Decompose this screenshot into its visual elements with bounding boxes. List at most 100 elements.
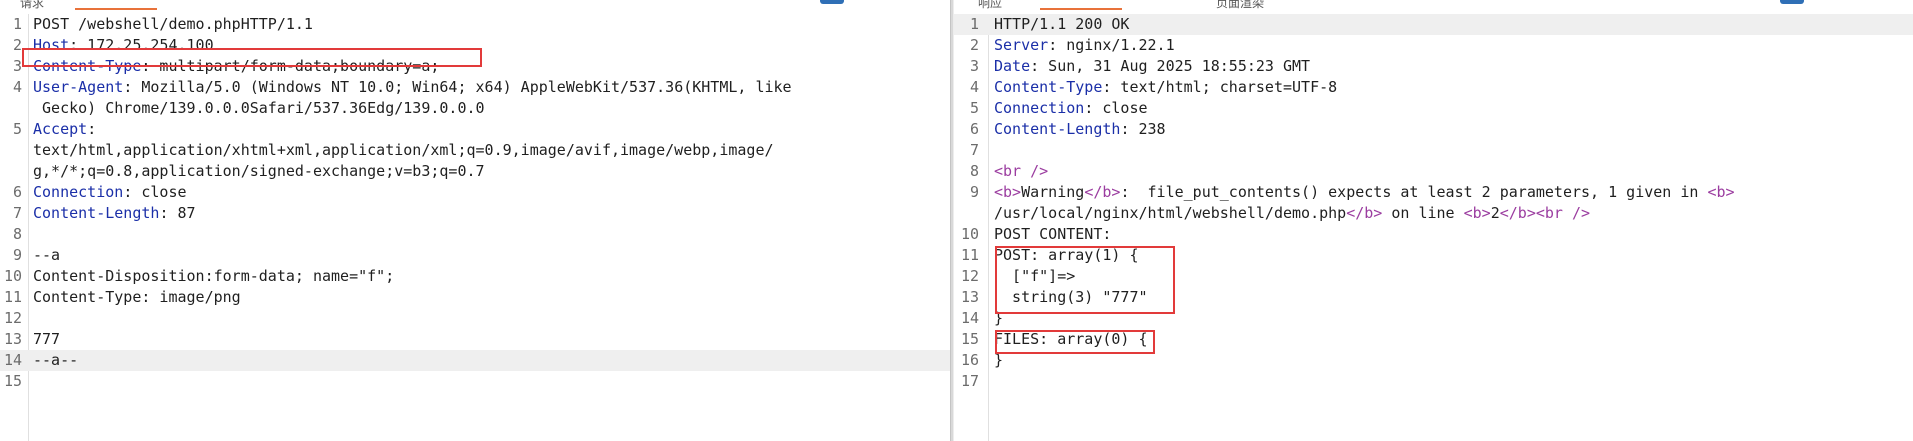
line-text: string(3) "777" bbox=[994, 287, 1148, 308]
code-line: 2 Host: 172.25.254.100 bbox=[0, 35, 950, 56]
request-tab[interactable]: 请求 bbox=[20, 0, 44, 11]
line-text: } bbox=[994, 350, 1003, 371]
code-line: 5 Connection: close bbox=[954, 98, 1913, 119]
line-number: 15 bbox=[3, 372, 22, 390]
line-text: User-Agent: Mozilla/5.0 (Windows NT 10.0… bbox=[33, 77, 792, 98]
render-tab[interactable]: 页面渲染 bbox=[1216, 0, 1264, 11]
line-number: 16 bbox=[960, 351, 979, 369]
line-text: Accept: bbox=[33, 119, 96, 140]
code-line: 2 Server: nginx/1.22.1 bbox=[954, 35, 1913, 56]
text-segment: FILES: array(0) { bbox=[994, 330, 1148, 348]
html-tag: </b> bbox=[1084, 183, 1121, 201]
line-text: POST CONTENT: bbox=[994, 224, 1111, 245]
line-text: <b> Warning</b>: file_put_contents() expe… bbox=[994, 182, 1735, 203]
layout-toggle-icon[interactable] bbox=[820, 0, 844, 4]
header-name: Date bbox=[994, 57, 1031, 75]
line-number: 9 bbox=[969, 183, 979, 201]
text-segment: Warning bbox=[1021, 183, 1085, 201]
code-line: 10 POST CONTENT: bbox=[954, 224, 1913, 245]
response-editor[interactable]: 1 HTTP/1.1 200 OK 2 Server: nginx/1.22.1 3 Da… bbox=[954, 14, 1913, 441]
line-text: HTTP/1.1 200 OK bbox=[994, 14, 1129, 35]
line-number: 7 bbox=[12, 204, 22, 222]
line-number: 13 bbox=[960, 288, 979, 306]
code-line: 4 User-Agent: Mozilla/5.0 (Windows NT 10.… bbox=[0, 77, 950, 98]
text-segment: /usr/local/nginx/html/webshell/demo.php bbox=[994, 204, 1347, 222]
code-line: 14} bbox=[954, 308, 1913, 329]
code-line: 8 bbox=[0, 224, 950, 245]
code-line: 4 Content-Type: text/html; charset=UTF-8 bbox=[954, 77, 1913, 98]
code-line: 13 string(3) "777" bbox=[954, 287, 1913, 308]
text-segment: on line bbox=[1382, 204, 1464, 222]
text-segment: 777 bbox=[33, 330, 61, 348]
code-line: 13 777 bbox=[0, 329, 950, 350]
line-number: 17 bbox=[960, 372, 979, 390]
code-line: 17 bbox=[954, 371, 1913, 392]
code-line: 8 <br /> bbox=[954, 161, 1913, 182]
line-text: Server: nginx/1.22.1 bbox=[994, 35, 1175, 56]
text-segment: : Sun, 31 Aug 2025 18:55:23 GMT bbox=[1030, 57, 1311, 75]
html-tag: <br /> bbox=[1535, 204, 1591, 222]
code-line: 9 --a bbox=[0, 245, 950, 266]
html-tag: <br /> bbox=[994, 162, 1049, 180]
response-tab[interactable]: 响应 bbox=[978, 0, 1002, 11]
line-number: 3 bbox=[12, 57, 22, 75]
layout-toggle-icon[interactable] bbox=[1780, 0, 1804, 4]
text-segment: : 172.25.254.100 bbox=[69, 36, 214, 54]
text-segment: : file_put_contents() expects at least 2… bbox=[1120, 183, 1708, 201]
text-segment: text/html,application/xhtml+xml,applicat… bbox=[33, 141, 774, 159]
text-segment: string(3) "777" bbox=[994, 288, 1148, 306]
code-line: 11 Content-Type: image/png bbox=[0, 287, 950, 308]
html-tag: <b> bbox=[1707, 183, 1735, 201]
header-name: Content-Type bbox=[33, 57, 142, 75]
line-text: } bbox=[994, 308, 1003, 329]
code-line: 7 bbox=[954, 140, 1913, 161]
line-text: Content-Type: image/png bbox=[33, 287, 241, 308]
line-text: text/html,application/xhtml+xml,applicat… bbox=[33, 140, 774, 161]
line-number: 8 bbox=[969, 162, 979, 180]
header-name: Content-Length bbox=[994, 120, 1121, 138]
text-segment: : 238 bbox=[1120, 120, 1166, 138]
line-number: 4 bbox=[969, 78, 979, 96]
text-segment: --a bbox=[33, 246, 61, 264]
response-pane: 响应 页面渲染 1 HTTP/1.1 200 OK 2 Server: nginx/1… bbox=[954, 0, 1913, 441]
text-segment: POST CONTENT: bbox=[994, 225, 1112, 243]
code-line: /usr/local/nginx/html/webshell/demo.php <… bbox=[954, 203, 1913, 224]
header-name: Accept bbox=[33, 120, 88, 138]
line-number: 6 bbox=[12, 183, 22, 201]
request-tab-bar: 请求 bbox=[0, 0, 950, 10]
code-line: 3 Date: Sun, 31 Aug 2025 18:55:23 GMT bbox=[954, 56, 1913, 77]
http-repeater-view: 请求 1 POST /webshell/demo.phpHTTP/1.1 2 Host… bbox=[0, 0, 1913, 441]
request-tab-active-indicator bbox=[75, 8, 157, 10]
header-name: Host bbox=[33, 36, 70, 54]
header-name: Connection bbox=[994, 99, 1085, 117]
request-pane: 请求 1 POST /webshell/demo.phpHTTP/1.1 2 Host… bbox=[0, 0, 950, 441]
line-number: 14 bbox=[3, 351, 22, 369]
text-segment: --a-- bbox=[33, 351, 79, 369]
code-line: 12 ["f"]=> bbox=[954, 266, 1913, 287]
line-text: ["f"]=> bbox=[994, 266, 1075, 287]
text-segment: : bbox=[87, 120, 97, 138]
text-segment: } bbox=[994, 309, 1004, 327]
line-text: Connection: close bbox=[33, 182, 187, 203]
html-tag: <b> bbox=[1463, 204, 1491, 222]
line-text: g,*/*;q=0.8,application/signed-exchange;… bbox=[33, 161, 485, 182]
text-segment: Content-Disposition:form-data; name="f"; bbox=[33, 267, 395, 285]
request-editor[interactable]: 1 POST /webshell/demo.phpHTTP/1.1 2 Host: 1… bbox=[0, 14, 950, 441]
line-number: 1 bbox=[969, 15, 979, 33]
text-segment: : text/html; charset=UTF-8 bbox=[1102, 78, 1338, 96]
line-text: --a-- bbox=[33, 350, 78, 371]
line-text: /usr/local/nginx/html/webshell/demo.php <… bbox=[994, 203, 1590, 224]
text-segment: ["f"]=> bbox=[994, 267, 1076, 285]
line-text: Host: 172.25.254.100 bbox=[33, 35, 214, 56]
line-number: 5 bbox=[12, 120, 22, 138]
line-text: Content-Type: multipart/form-data;bounda… bbox=[33, 56, 439, 77]
code-line: 6 Connection: close bbox=[0, 182, 950, 203]
line-text: Gecko) Chrome/139.0.0.0Safari/537.36Edg/… bbox=[33, 98, 485, 119]
text-segment: Gecko) Chrome/139.0.0.0Safari/537.36Edg/… bbox=[33, 99, 485, 117]
text-segment: : nginx/1.22.1 bbox=[1048, 36, 1175, 54]
code-line: 3 Content-Type: multipart/form-data;bound… bbox=[0, 56, 950, 77]
line-number: 15 bbox=[960, 330, 979, 348]
line-text: POST: array(1) { bbox=[994, 245, 1139, 266]
header-name: Connection bbox=[33, 183, 124, 201]
line-number: 3 bbox=[969, 57, 979, 75]
